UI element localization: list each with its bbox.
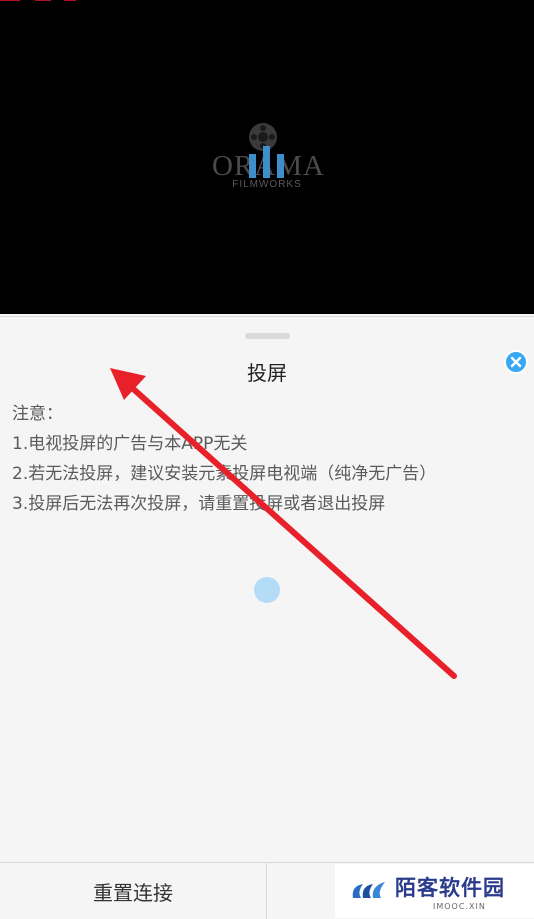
note-item: 2.若无法投屏，建议安装元素投屏电视端（纯净无广告） xyxy=(12,464,437,484)
cast-sheet: 投屏 注意： 1.电视投屏的广告与本APP无关 2.若无法投屏，建议安装元素投屏… xyxy=(0,316,534,919)
note-item: 3.投屏后无法再次投屏，请重置投屏或者退出投屏 xyxy=(12,494,386,514)
watermark: 陌客软件园 IMOOC.XIN xyxy=(335,864,534,918)
red-mark xyxy=(0,0,76,1)
sheet-title: 投屏 xyxy=(247,361,287,385)
notes-list: 注意： 1.电视投屏的广告与本APP无关 2.若无法投屏，建议安装元素投屏电视端… xyxy=(12,399,522,519)
logo-subtitle: FILMWORKS xyxy=(232,179,302,190)
watermark-logo xyxy=(352,882,385,898)
note-item: 1.电视投屏的广告与本APP无关 xyxy=(12,434,248,454)
watermark-title: 陌客软件园 xyxy=(395,875,505,900)
reset-connection-button[interactable]: 重置连接 xyxy=(0,863,267,919)
drag-handle[interactable] xyxy=(245,333,290,339)
watermark-subtitle: IMOOC.XIN xyxy=(433,902,486,911)
video-logo: ORAMA FILMWORKS xyxy=(212,120,324,196)
notes-heading: 注意： xyxy=(12,404,63,424)
close-icon xyxy=(510,356,522,368)
close-button[interactable] xyxy=(504,350,528,374)
loading-spinner xyxy=(254,577,280,603)
video-player[interactable]: ORAMA FILMWORKS xyxy=(0,0,534,314)
logo-bars-icon xyxy=(249,146,284,178)
